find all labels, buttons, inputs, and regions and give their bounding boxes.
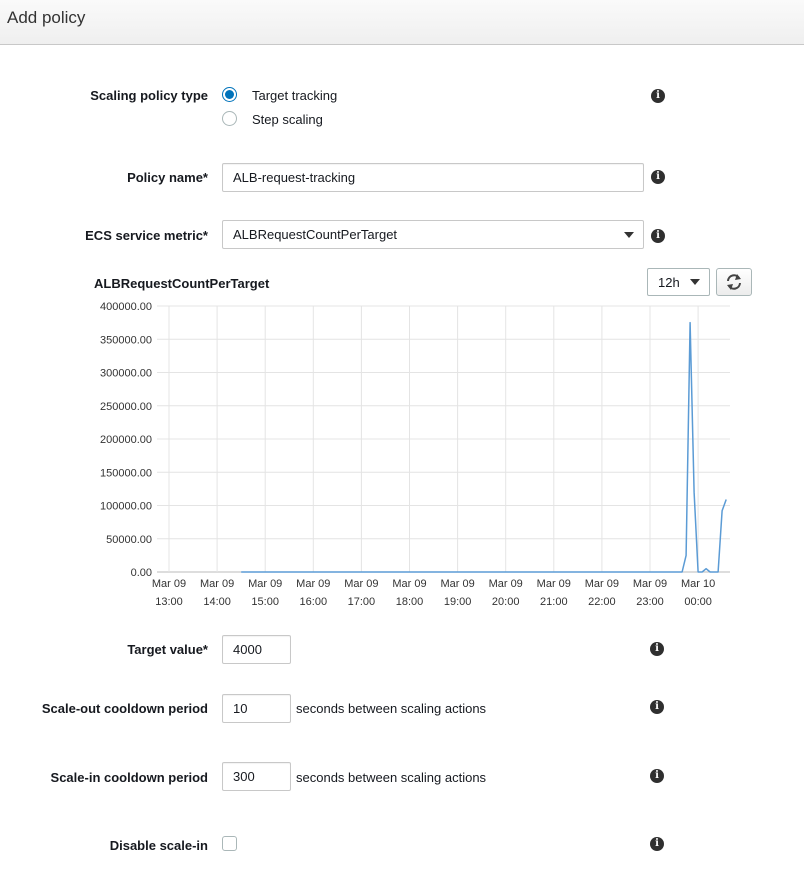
metric-line-chart: 400000.00 350000.00 300000.00 250000.00 2000… xyxy=(100,301,730,608)
target-value-label: Target value* xyxy=(127,642,208,657)
y-tick-label: 100000.00 xyxy=(100,501,152,513)
disable-scale-in-checkbox[interactable] xyxy=(222,836,237,851)
x-tick-time: 21:00 xyxy=(540,596,568,608)
x-tick-time: 20:00 xyxy=(492,596,520,608)
step-scaling-radio[interactable] xyxy=(222,111,237,126)
policy-name-label: Policy name* xyxy=(127,170,208,185)
scale-out-label: Scale-out cooldown period xyxy=(41,701,208,716)
scaling-policy-type-label: Scaling policy type xyxy=(90,88,208,103)
info-icon[interactable]: i xyxy=(650,642,664,656)
x-tick-date: Mar 09 xyxy=(200,578,234,590)
refresh-icon xyxy=(727,274,741,290)
refresh-button[interactable] xyxy=(716,268,752,296)
dialog-header: Add policy xyxy=(0,0,804,45)
x-tick-date: Mar 09 xyxy=(344,578,378,590)
x-tick-time: 22:00 xyxy=(588,596,616,608)
y-tick-label: 50000.00 xyxy=(106,534,152,546)
x-tick-time: 19:00 xyxy=(444,596,472,608)
y-tick-label: 150000.00 xyxy=(100,467,152,479)
y-tick-label: 0.00 xyxy=(131,567,152,579)
target-value-input[interactable] xyxy=(222,635,291,664)
period-value: 12h xyxy=(658,275,680,290)
x-tick-time: 00:00 xyxy=(684,596,712,608)
disable-scale-in-label: Disable scale-in xyxy=(109,838,208,853)
info-icon[interactable]: i xyxy=(651,229,665,243)
x-tick-date: Mar 09 xyxy=(585,578,619,590)
scale-in-suffix: seconds between scaling actions xyxy=(296,770,487,785)
x-tick-time: 17:00 xyxy=(348,596,376,608)
info-icon[interactable]: i xyxy=(650,700,664,714)
x-tick-time: 14:00 xyxy=(203,596,231,608)
dialog-title: Add policy xyxy=(7,8,86,27)
target-tracking-label[interactable]: Target tracking xyxy=(252,88,337,103)
x-tick-date: Mar 09 xyxy=(392,578,426,590)
scale-in-input[interactable] xyxy=(222,762,291,791)
x-tick-time: 16:00 xyxy=(300,596,328,608)
x-tick-date: Mar 10 xyxy=(681,578,715,590)
y-tick-label: 300000.00 xyxy=(100,368,152,380)
x-tick-date: Mar 09 xyxy=(152,578,186,590)
scale-out-suffix: seconds between scaling actions xyxy=(296,701,487,716)
x-tick-time: 18:00 xyxy=(396,596,424,608)
x-tick-date: Mar 09 xyxy=(296,578,330,590)
scale-out-input[interactable] xyxy=(222,694,291,723)
y-tick-label: 250000.00 xyxy=(100,401,152,413)
y-tick-label: 200000.00 xyxy=(100,434,152,446)
x-tick-date: Mar 09 xyxy=(633,578,667,590)
info-icon[interactable]: i xyxy=(651,89,665,103)
service-metric-label: ECS service metric* xyxy=(85,228,208,243)
policy-name-input[interactable] xyxy=(222,163,644,192)
x-tick-date: Mar 09 xyxy=(489,578,523,590)
caret-down-icon xyxy=(690,279,700,285)
x-tick-time: 23:00 xyxy=(636,596,664,608)
chart-title: ALBRequestCountPerTarget xyxy=(94,276,270,291)
x-tick-date: Mar 09 xyxy=(440,578,474,590)
info-icon[interactable]: i xyxy=(650,837,664,851)
scale-in-label: Scale-in cooldown period xyxy=(50,770,208,785)
x-tick-date: Mar 09 xyxy=(537,578,571,590)
info-icon[interactable]: i xyxy=(650,769,664,783)
period-select[interactable]: 12h xyxy=(647,268,710,296)
y-tick-label: 350000.00 xyxy=(100,334,152,346)
series-line xyxy=(241,321,727,573)
x-tick-time: 13:00 xyxy=(155,596,183,608)
info-icon[interactable]: i xyxy=(651,170,665,184)
caret-down-icon xyxy=(624,232,634,238)
target-tracking-radio[interactable] xyxy=(222,87,237,102)
y-tick-label: 400000.00 xyxy=(100,301,152,313)
x-tick-time: 15:00 xyxy=(251,596,279,608)
x-tick-date: Mar 09 xyxy=(248,578,282,590)
step-scaling-label[interactable]: Step scaling xyxy=(252,112,323,127)
service-metric-select[interactable]: ALBRequestCountPerTarget xyxy=(222,220,644,249)
service-metric-value: ALBRequestCountPerTarget xyxy=(233,227,398,242)
